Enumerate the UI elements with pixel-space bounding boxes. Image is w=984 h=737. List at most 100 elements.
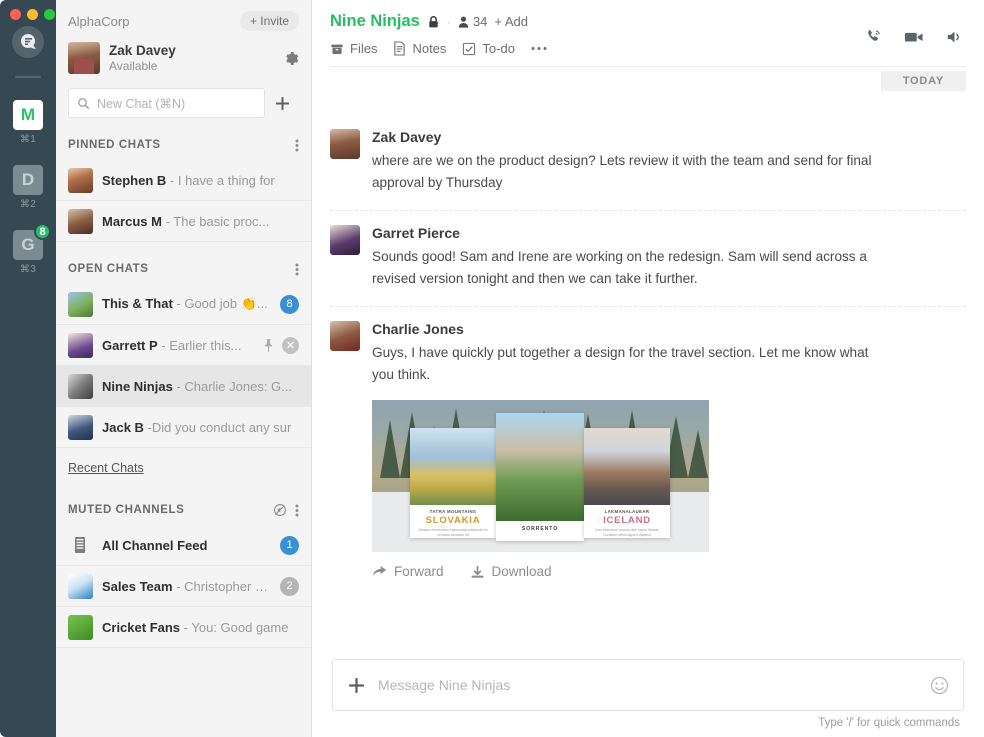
list-item[interactable]: All Channel Feed 1 (56, 525, 311, 566)
more-vertical-icon[interactable] (295, 138, 299, 153)
invite-button[interactable]: + Invite (240, 11, 299, 31)
avatar (68, 574, 93, 599)
checkbox-icon (462, 42, 476, 56)
avatar (68, 42, 100, 74)
list-item[interactable]: Garrett P - Earlier this... ✕ (56, 325, 311, 366)
rail-team-g[interactable]: G 8 ⌘3 (13, 230, 43, 289)
tab-todo[interactable]: To-do (462, 41, 515, 56)
forward-arrow-icon (372, 565, 387, 578)
avatar[interactable] (330, 225, 360, 255)
download-button[interactable]: Download (470, 564, 552, 579)
chat-preview: - Christopher J: d. (173, 579, 271, 594)
member-count-value: 34 (473, 14, 487, 29)
team-tile-letter[interactable]: G 8 (13, 230, 43, 260)
travel-card-body: Cras bibendum cursus nibh luctus blandit… (590, 528, 664, 538)
sidebar: AlphaCorp + Invite Zak Davey Available (56, 0, 312, 737)
list-item[interactable]: Stephen B - I have a thing for (56, 160, 311, 201)
tab-files[interactable]: Files (330, 41, 377, 56)
list-item[interactable]: This & That - Good job 👏... 8 (56, 284, 311, 325)
unread-badge: 8 (280, 295, 299, 314)
forward-label: Forward (394, 564, 444, 579)
chat-name: Garrett P (102, 338, 158, 353)
message-author[interactable]: Garret Pierce (372, 225, 966, 241)
forward-button[interactable]: Forward (372, 564, 444, 579)
list-item[interactable]: Cricket Fans - You: Good game (56, 607, 311, 648)
list-item[interactable]: Nine Ninjas - Charlie Jones: G... (56, 366, 311, 407)
window-close-button[interactable] (10, 9, 21, 20)
travel-card-title: ICELAND (590, 515, 664, 526)
chat-preview: - Charlie Jones: G... (173, 379, 292, 394)
travel-card-image (584, 428, 670, 505)
message-author[interactable]: Charlie Jones (372, 321, 966, 337)
close-icon[interactable]: ✕ (282, 337, 299, 354)
avatar[interactable] (330, 129, 360, 159)
search-icon (77, 97, 90, 110)
rail-team-d[interactable]: D ⌘2 (13, 165, 43, 224)
unread-badge: 2 (280, 577, 299, 596)
avatar[interactable] (330, 321, 360, 351)
chat-name: Sales Team (102, 579, 173, 594)
member-count[interactable]: 34 (458, 14, 487, 29)
chat-preview: - Good job 👏... (173, 296, 268, 311)
tab-notes[interactable]: Notes (393, 41, 446, 56)
rail-team-m[interactable]: M ⌘1 (13, 100, 43, 159)
attachment-actions: Forward Download (372, 564, 966, 579)
plus-icon[interactable] (347, 676, 366, 695)
travel-card: LAKMANALAUEAR ICELAND Cras bibendum curs… (584, 428, 670, 538)
list-item-label: This & That - Good job 👏... (102, 296, 271, 312)
org-name: AlphaCorp (68, 14, 129, 29)
message-author[interactable]: Zak Davey (372, 129, 966, 145)
app-logo-icon[interactable] (12, 26, 44, 58)
window-maximize-button[interactable] (44, 9, 55, 20)
avatar (68, 374, 93, 399)
page-title[interactable]: Nine Ninjas (330, 12, 420, 31)
day-divider: TODAY (881, 71, 966, 91)
team-tile-letter[interactable]: D (13, 165, 43, 195)
message-list[interactable]: TODAY Zak Davey where are we on the prod… (312, 67, 984, 659)
new-chat-search-row[interactable]: New Chat (⌘N) (68, 88, 299, 118)
message-attachment: TATRA MOUNTAINS SLOVAKIA Aenean elementu… (372, 400, 966, 579)
list-item[interactable]: Marcus M - The basic proc... (56, 201, 311, 242)
tab-more[interactable] (531, 46, 547, 51)
app-window: M ⌘1 D ⌘2 G 8 ⌘3 AlphaCorp + Invite (0, 0, 984, 737)
list-item-label: All Channel Feed (102, 538, 271, 553)
team-letter: D (22, 170, 34, 190)
unread-badge: 1 (280, 536, 299, 555)
avatar (68, 292, 93, 317)
more-vertical-icon[interactable] (295, 503, 299, 518)
more-vertical-icon[interactable] (295, 262, 299, 277)
section-header-open: OPEN CHATS (56, 254, 311, 284)
mute-bell-icon[interactable] (273, 503, 287, 517)
gear-icon[interactable] (284, 51, 299, 66)
current-user-row[interactable]: Zak Davey Available (68, 42, 299, 74)
speaker-volume-icon[interactable] (946, 28, 964, 46)
team-tile-letter[interactable]: M (13, 100, 43, 130)
pin-icon[interactable] (263, 339, 274, 352)
recent-chats-link[interactable]: Recent Chats (56, 448, 311, 483)
list-item[interactable]: Sales Team - Christopher J: d. 2 (56, 566, 311, 607)
smiley-icon[interactable] (930, 676, 949, 695)
message-input[interactable]: Message Nine Ninjas (332, 659, 964, 711)
list-item-label: Garrett P - Earlier this... (102, 338, 254, 353)
add-member-button[interactable]: + Add (494, 14, 528, 29)
window-minimize-button[interactable] (27, 9, 38, 20)
new-chat-plus-button[interactable] (265, 95, 299, 112)
list-item-label: Sales Team - Christopher J: d. (102, 579, 271, 594)
travel-card-body: Aenean elementum malesuada sollicitudin … (416, 528, 490, 538)
team-unread-badge: 8 (34, 223, 51, 240)
travel-card-title: SLOVAKIA (416, 515, 490, 526)
tab-label: Files (350, 41, 377, 56)
more-horizontal-icon (531, 46, 547, 51)
sidebar-header: AlphaCorp + Invite Zak Davey Available (56, 0, 311, 118)
message-text: Sounds good! Sam and Irene are working o… (372, 246, 902, 290)
attachment-image[interactable]: TATRA MOUNTAINS SLOVAKIA Aenean elementu… (372, 400, 709, 552)
list-item-label: Jack B -Did you conduct any sur (102, 420, 299, 435)
list-item[interactable]: Jack B -Did you conduct any sur (56, 407, 311, 448)
phone-call-icon[interactable] (864, 28, 882, 46)
video-camera-icon[interactable] (904, 28, 924, 46)
chat-preview: - The basic proc... (162, 214, 269, 229)
chat-name: This & That (102, 296, 173, 311)
current-user-status[interactable]: Available (109, 59, 176, 73)
search-input[interactable]: New Chat (⌘N) (68, 88, 265, 118)
window-controls[interactable] (10, 9, 55, 20)
